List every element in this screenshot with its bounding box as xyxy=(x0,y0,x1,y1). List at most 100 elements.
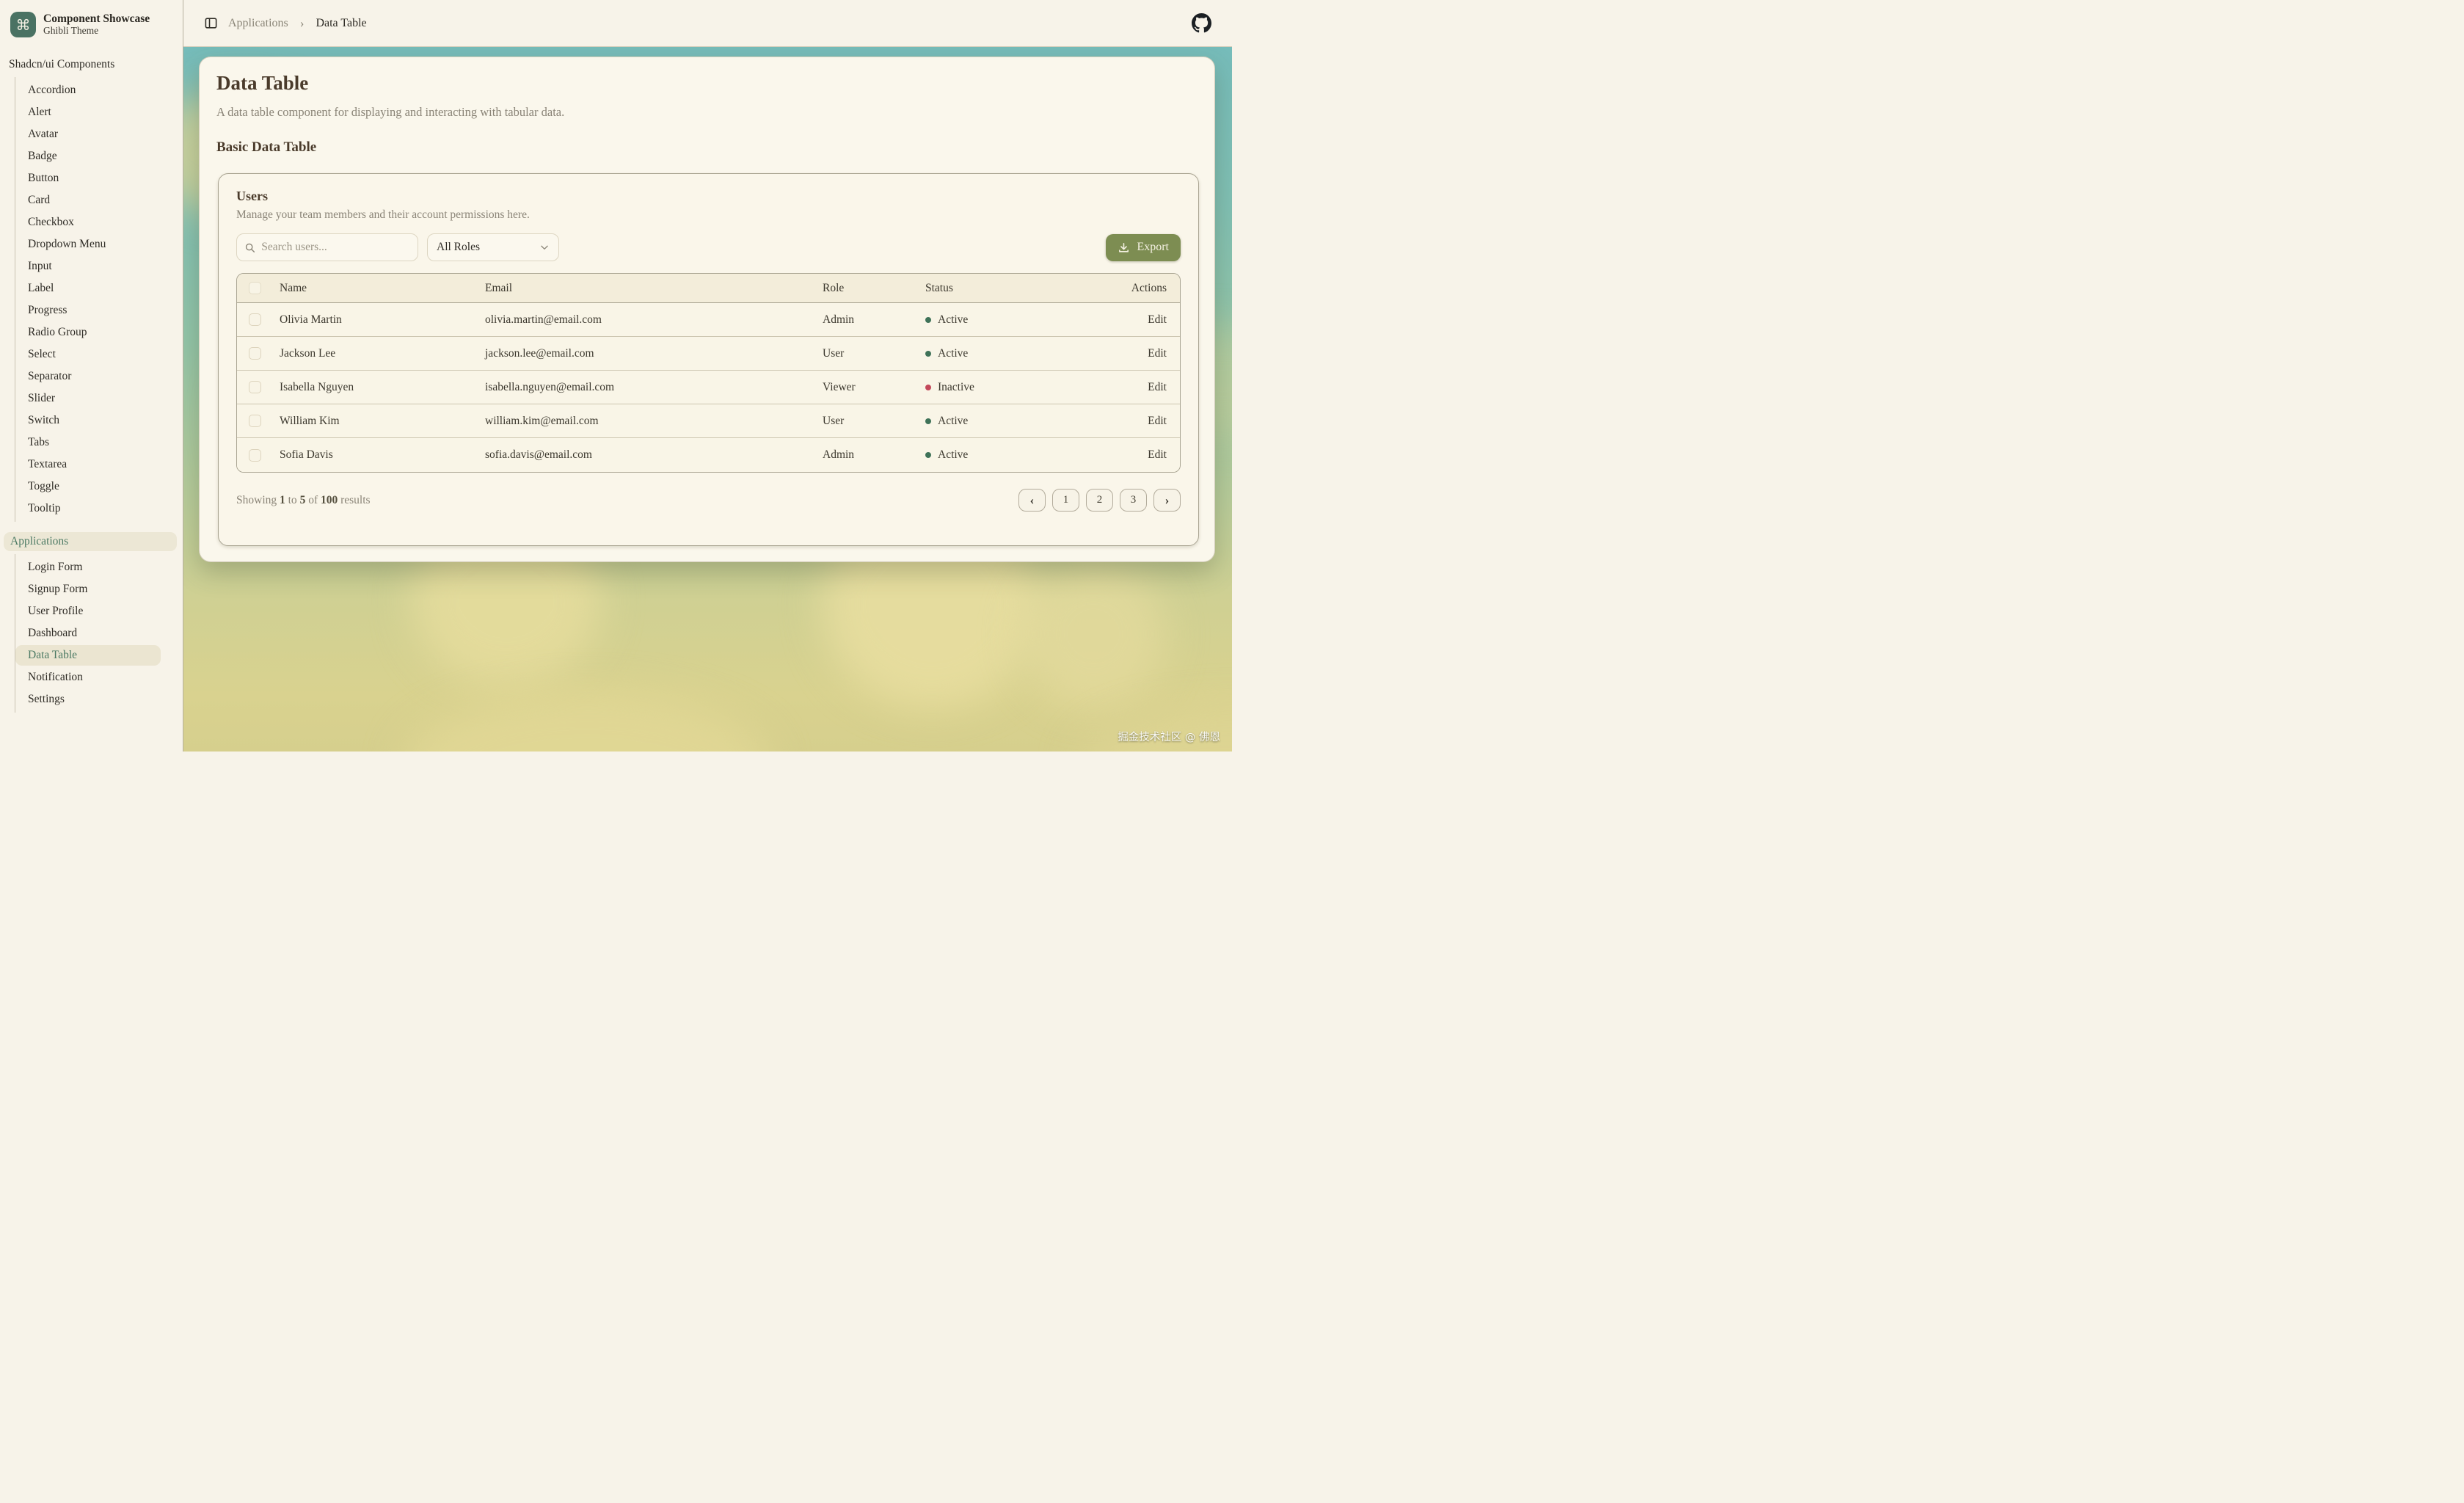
cell-email: isabella.nguyen@email.com xyxy=(472,381,809,394)
sidebar-item-dashboard[interactable]: Dashboard xyxy=(15,623,161,644)
sidebar-item-avatar[interactable]: Avatar xyxy=(15,124,161,145)
github-icon[interactable] xyxy=(1192,13,1211,33)
breadcrumb-separator-icon: › xyxy=(299,16,306,31)
watermark: 掘金技术社区 @ 佛恩 xyxy=(1118,729,1220,744)
export-button[interactable]: Export xyxy=(1106,234,1181,261)
table-row: Isabella Nguyen isabella.nguyen@email.co… xyxy=(237,371,1180,404)
cell-name: Olivia Martin xyxy=(266,313,472,327)
brand: ⌘ Component Showcase Ghibli Theme xyxy=(0,10,183,48)
search-input[interactable] xyxy=(261,241,410,254)
sidebar-item-alert[interactable]: Alert xyxy=(15,102,161,123)
table-footer: Showing 1 to 5 of 100 results ‹ 1 2 xyxy=(236,489,1181,512)
sidebar-item-button[interactable]: Button xyxy=(15,168,161,189)
next-page-button[interactable]: › xyxy=(1153,489,1181,512)
table-row: Jackson Lee jackson.lee@email.com User A… xyxy=(237,337,1180,371)
sidebar-item-textarea[interactable]: Textarea xyxy=(15,454,161,475)
sidebar-item-signup-form[interactable]: Signup Form xyxy=(15,579,161,600)
sidebar-item-settings[interactable]: Settings xyxy=(15,689,161,710)
export-label: Export xyxy=(1137,241,1169,254)
cell-status: Active xyxy=(912,313,1081,327)
table-row: Olivia Martin olivia.martin@email.com Ad… xyxy=(237,303,1180,337)
sidebar-item-data-table[interactable]: Data Table xyxy=(15,645,161,666)
sidebar-item-accordion[interactable]: Accordion xyxy=(15,80,161,101)
sidebar-item-card[interactable]: Card xyxy=(15,190,161,211)
cell-role: User xyxy=(809,347,912,360)
sidebar-item-toggle[interactable]: Toggle xyxy=(15,476,161,497)
sidebar-item-checkbox[interactable]: Checkbox xyxy=(15,212,161,233)
sidebar-item-input[interactable]: Input xyxy=(15,256,161,277)
download-icon xyxy=(1118,241,1130,254)
role-filter-select[interactable]: All Roles xyxy=(427,233,559,261)
results-total: 100 xyxy=(321,494,338,506)
sidebar-item-separator[interactable]: Separator xyxy=(15,366,161,387)
row-checkbox[interactable] xyxy=(249,381,261,393)
edit-button[interactable]: Edit xyxy=(1081,448,1180,462)
row-checkbox[interactable] xyxy=(249,313,261,326)
edit-button[interactable]: Edit xyxy=(1081,415,1180,428)
page-title: Data Table xyxy=(216,72,1198,95)
cell-name: Isabella Nguyen xyxy=(266,381,472,394)
edit-button[interactable]: Edit xyxy=(1081,381,1180,394)
pagination: ‹ 1 2 3 › xyxy=(1018,489,1181,512)
sidebar-item-tooltip[interactable]: Tooltip xyxy=(15,498,161,519)
page-1-button[interactable]: 1 xyxy=(1052,489,1079,512)
users-card: Users Manage your team members and their… xyxy=(218,173,1199,546)
cell-email: william.kim@email.com xyxy=(472,415,809,428)
main-area: Applications › Data Table Data Table A d… xyxy=(183,0,1232,752)
row-checkbox[interactable] xyxy=(249,415,261,427)
status-inactive-dot xyxy=(925,385,931,390)
status-active-dot xyxy=(925,317,931,323)
sidebar-item-login-form[interactable]: Login Form xyxy=(15,557,161,578)
col-header-status: Status xyxy=(912,282,1081,295)
col-header-email: Email xyxy=(472,282,809,295)
users-table: Name Email Role Status Actions Olivia Ma… xyxy=(236,273,1181,473)
sidebar-toggle-icon[interactable] xyxy=(204,16,218,30)
cell-email: sofia.davis@email.com xyxy=(472,448,809,462)
cell-email: jackson.lee@email.com xyxy=(472,347,809,360)
section-label-applications[interactable]: Applications xyxy=(4,532,177,551)
section-title: Basic Data Table xyxy=(216,139,1198,156)
sidebar-item-switch[interactable]: Switch xyxy=(15,410,161,431)
sidebar-item-radio-group[interactable]: Radio Group xyxy=(15,322,161,343)
users-card-title: Users xyxy=(236,189,1181,204)
sidebar-item-slider[interactable]: Slider xyxy=(15,388,161,409)
sidebar-item-progress[interactable]: Progress xyxy=(15,300,161,321)
previous-page-button[interactable]: ‹ xyxy=(1018,489,1046,512)
row-checkbox[interactable] xyxy=(249,449,261,462)
applications-nav: Login Form Signup Form User Profile Dash… xyxy=(15,554,161,713)
select-all-checkbox[interactable] xyxy=(249,282,261,294)
cell-name: Jackson Lee xyxy=(266,347,472,360)
table-row: William Kim william.kim@email.com User A… xyxy=(237,404,1180,438)
cell-role: Admin xyxy=(809,313,912,327)
sidebar-item-user-profile[interactable]: User Profile xyxy=(15,601,161,622)
edit-button[interactable]: Edit xyxy=(1081,347,1180,360)
page-2-button[interactable]: 2 xyxy=(1086,489,1113,512)
components-nav: Accordion Alert Avatar Badge Button Card… xyxy=(15,77,161,522)
cell-status: Active xyxy=(912,448,1081,462)
sidebar-item-select[interactable]: Select xyxy=(15,344,161,365)
app-window: ⌘ Component Showcase Ghibli Theme Shadcn… xyxy=(0,0,1232,752)
results-to: 5 xyxy=(300,494,306,506)
chevron-left-icon: ‹ xyxy=(1030,493,1035,508)
users-card-subtitle: Manage your team members and their accou… xyxy=(236,208,1181,222)
search-icon xyxy=(244,241,255,254)
sidebar-item-label[interactable]: Label xyxy=(15,278,161,299)
app-subtitle: Ghibli Theme xyxy=(43,25,150,37)
cell-status: Inactive xyxy=(912,381,1081,394)
page-3-button[interactable]: 3 xyxy=(1120,489,1147,512)
cell-status: Active xyxy=(912,415,1081,428)
results-summary: Showing 1 to 5 of 100 results xyxy=(236,494,371,507)
sidebar-item-badge[interactable]: Badge xyxy=(15,146,161,167)
sidebar-item-tabs[interactable]: Tabs xyxy=(15,432,161,453)
table-header-row: Name Email Role Status Actions xyxy=(237,274,1180,303)
sidebar-item-notification[interactable]: Notification xyxy=(15,667,161,688)
status-active-dot xyxy=(925,351,931,357)
edit-button[interactable]: Edit xyxy=(1081,313,1180,327)
row-checkbox[interactable] xyxy=(249,347,261,360)
sidebar-item-dropdown-menu[interactable]: Dropdown Menu xyxy=(15,234,161,255)
results-from: 1 xyxy=(280,494,285,506)
command-icon: ⌘ xyxy=(10,12,36,37)
sidebar: ⌘ Component Showcase Ghibli Theme Shadcn… xyxy=(0,0,183,752)
breadcrumb-parent[interactable]: Applications xyxy=(228,17,288,30)
page-description: A data table component for displaying an… xyxy=(216,105,1198,120)
